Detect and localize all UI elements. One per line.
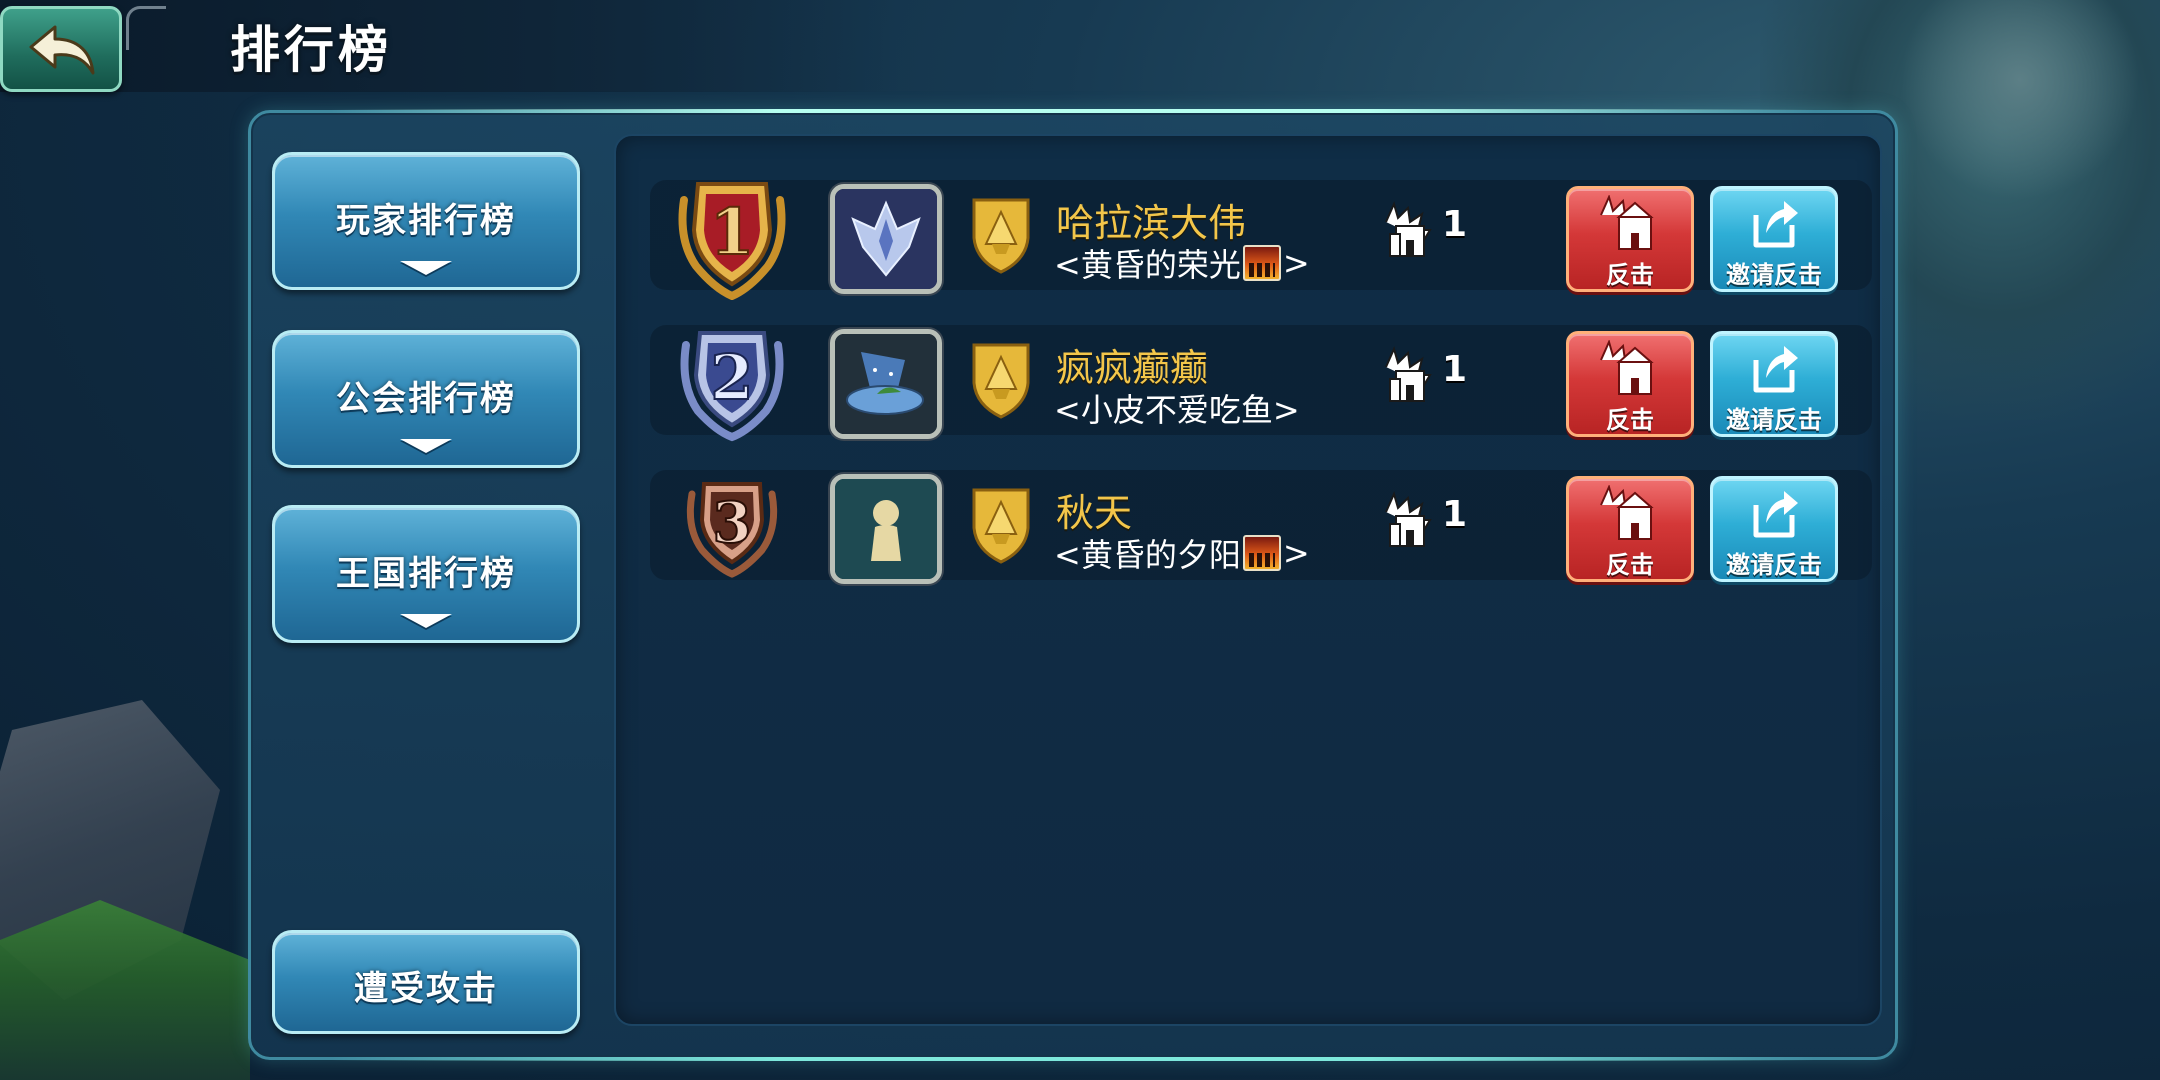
- invite-counter-attack-label: 邀请反击: [1726, 406, 1822, 434]
- winged-emblem-icon: [835, 189, 937, 289]
- share-icon: [1753, 346, 1798, 393]
- chevron-down-icon: [400, 439, 452, 453]
- ranking-row: 1 哈拉滨大伟 <黄昏的荣光 > 1 反击 邀请反击: [650, 180, 1872, 300]
- ranking-row: 3 秋天 <黄昏的夕阳 > 1 反击 邀请反击: [650, 470, 1872, 584]
- player-avatar[interactable]: [830, 184, 942, 294]
- svg-text:1: 1: [710, 195, 755, 270]
- guild-name-text: <黄昏的夕阳: [1054, 536, 1241, 574]
- wizard-hat-icon: [835, 334, 937, 434]
- castle-attack-icon: [1600, 194, 1654, 250]
- counter-attack-label: 反击: [1606, 551, 1654, 579]
- rank-1-badge-icon: 1: [678, 182, 786, 300]
- back-button[interactable]: [0, 6, 122, 92]
- guild-name-suffix: >: [1282, 534, 1310, 572]
- chevron-down-icon: [400, 614, 452, 628]
- svg-text:2: 2: [710, 341, 753, 414]
- header-bar: 排行榜: [0, 0, 900, 92]
- castle-icon: [1385, 201, 1432, 257]
- svg-text:3: 3: [713, 490, 752, 556]
- invite-counter-attack-label: 邀请反击: [1726, 551, 1822, 579]
- guild-name-text: <小皮不爱吃鱼>: [1054, 391, 1300, 429]
- invite-counter-attack-button[interactable]: 邀请反击: [1710, 331, 1838, 437]
- background-knight-helmet: [1900, 0, 2140, 200]
- counter-attack-button[interactable]: 反击: [1566, 476, 1694, 582]
- guild-shield-icon: [972, 343, 1030, 419]
- guild-shield-icon: [972, 198, 1030, 274]
- header-ornament: [126, 6, 166, 50]
- guild-shield-icon: [972, 488, 1030, 564]
- castle-icon: [1385, 491, 1432, 547]
- guild-flag-icon: [1242, 535, 1281, 571]
- counter-attack-label: 反击: [1606, 261, 1654, 289]
- rank-2-badge-icon: 2: [680, 331, 784, 442]
- invite-counter-attack-label: 邀请反击: [1726, 261, 1822, 289]
- guild-name: <黄昏的荣光 >: [1054, 240, 1310, 286]
- chevron-down-icon: [400, 261, 452, 275]
- castle-count: 1: [1442, 349, 1468, 390]
- default-player-icon: [835, 479, 937, 579]
- guild-name: <小皮不爱吃鱼>: [1054, 385, 1300, 431]
- under-attack-button[interactable]: 遭受攻击: [272, 930, 580, 1034]
- player-avatar[interactable]: [830, 474, 942, 584]
- guild-flag-icon: [1242, 245, 1281, 281]
- tab-label: 玩家排行榜: [336, 201, 516, 241]
- tab-label: 公会排行榜: [336, 379, 516, 419]
- castle-attack-icon: [1600, 484, 1654, 540]
- player-name: 哈拉滨大伟: [1056, 201, 1247, 245]
- tab-player-ranking[interactable]: 玩家排行榜: [272, 152, 580, 290]
- back-arrow-icon: [29, 25, 95, 75]
- page-title: 排行榜: [230, 21, 392, 79]
- guild-name-text: <黄昏的荣光: [1054, 246, 1241, 284]
- castle-icon: [1385, 346, 1432, 402]
- castle-attack-icon: [1600, 339, 1654, 395]
- share-icon: [1753, 491, 1798, 538]
- ranking-row: 2 疯疯癫癫 <小皮不爱吃鱼> 1 反击 邀请反击: [650, 325, 1872, 442]
- castle-count: 1: [1442, 494, 1468, 535]
- invite-counter-attack-button[interactable]: 邀请反击: [1710, 186, 1838, 292]
- counter-attack-button[interactable]: 反击: [1566, 186, 1694, 292]
- invite-counter-attack-button[interactable]: 邀请反击: [1710, 476, 1838, 582]
- guild-name-suffix: >: [1282, 244, 1310, 282]
- castle-count: 1: [1442, 204, 1468, 245]
- rank-3-badge-icon: 3: [686, 482, 778, 578]
- share-icon: [1753, 201, 1798, 248]
- tab-guild-ranking[interactable]: 公会排行榜: [272, 330, 580, 468]
- counter-attack-button[interactable]: 反击: [1566, 331, 1694, 437]
- counter-attack-label: 反击: [1606, 406, 1654, 434]
- under-attack-label: 遭受攻击: [354, 969, 498, 1009]
- tab-kingdom-ranking[interactable]: 王国排行榜: [272, 505, 580, 643]
- tab-label: 王国排行榜: [336, 554, 516, 594]
- player-name: 秋天: [1056, 491, 1133, 535]
- player-name: 疯疯癫癫: [1056, 346, 1209, 390]
- guild-name: <黄昏的夕阳 >: [1054, 530, 1310, 576]
- player-avatar[interactable]: [830, 329, 942, 439]
